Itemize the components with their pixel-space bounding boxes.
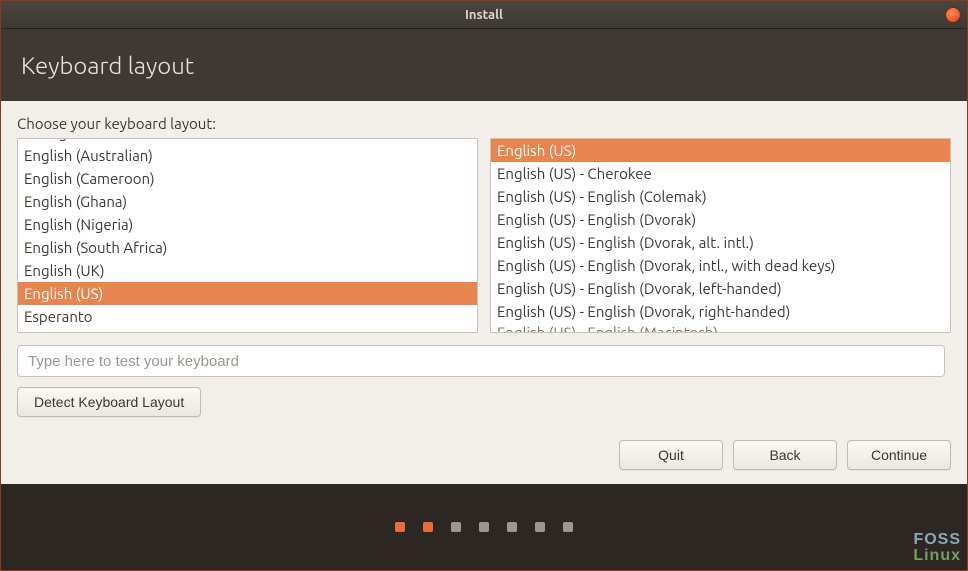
watermark-line1: FOSS bbox=[913, 532, 961, 548]
progress-dot bbox=[507, 522, 517, 532]
quit-button[interactable]: Quit bbox=[619, 440, 723, 470]
keyboard-test-input[interactable] bbox=[17, 345, 945, 377]
progress-dot bbox=[451, 522, 461, 532]
progress-dot bbox=[535, 522, 545, 532]
progress-dot bbox=[563, 522, 573, 532]
list-item[interactable]: English (US) - English (Dvorak, intl., w… bbox=[491, 254, 950, 277]
list-item[interactable]: English (Ghana) bbox=[18, 190, 477, 213]
list-item[interactable]: English (South Africa) bbox=[18, 236, 477, 259]
progress-dots bbox=[1, 484, 967, 570]
list-item[interactable]: English (US) bbox=[491, 139, 950, 162]
list-item[interactable]: English (Australian) bbox=[18, 144, 477, 167]
layout-lists: DzongkhaEnglish (Australian)English (Cam… bbox=[17, 138, 951, 333]
list-item[interactable]: English (US) - Cherokee bbox=[491, 162, 950, 185]
list-item[interactable]: English (US) - English (Dvorak, left-han… bbox=[491, 277, 950, 300]
variant-list[interactable]: English (US)English (US) - CherokeeEngli… bbox=[490, 138, 951, 333]
progress-dot bbox=[423, 522, 433, 532]
content-area: Choose your keyboard layout: DzongkhaEng… bbox=[1, 101, 967, 486]
close-icon[interactable] bbox=[945, 7, 961, 23]
watermark-line2: Linux bbox=[913, 548, 961, 564]
continue-button[interactable]: Continue bbox=[847, 440, 951, 470]
progress-dot bbox=[479, 522, 489, 532]
list-item[interactable]: English (US) bbox=[18, 282, 477, 305]
list-item[interactable]: English (US) - English (Macintosh) bbox=[491, 323, 950, 333]
list-item[interactable]: English (US) - English (Colemak) bbox=[491, 185, 950, 208]
list-item[interactable]: English (US) - English (Dvorak) bbox=[491, 208, 950, 231]
install-window: Install Keyboard layout Choose your keyb… bbox=[0, 0, 968, 571]
detect-layout-button[interactable]: Detect Keyboard Layout bbox=[17, 387, 201, 417]
window-title: Install bbox=[465, 8, 503, 22]
list-item[interactable]: English (US) - English (Dvorak, right-ha… bbox=[491, 300, 950, 323]
nav-row: Quit Back Continue bbox=[619, 440, 951, 470]
page-title: Keyboard layout bbox=[21, 52, 194, 79]
prompt-label: Choose your keyboard layout: bbox=[17, 115, 951, 132]
list-item[interactable]: English (UK) bbox=[18, 259, 477, 282]
header: Keyboard layout bbox=[1, 29, 967, 101]
list-item[interactable]: Esperanto bbox=[18, 305, 477, 328]
language-list[interactable]: DzongkhaEnglish (Australian)English (Cam… bbox=[17, 138, 478, 333]
detect-row: Detect Keyboard Layout bbox=[17, 387, 951, 417]
list-item[interactable]: English (Cameroon) bbox=[18, 167, 477, 190]
list-item[interactable]: English (US) - English (Dvorak, alt. int… bbox=[491, 231, 950, 254]
progress-dot bbox=[395, 522, 405, 532]
titlebar: Install bbox=[1, 1, 967, 29]
list-item[interactable]: English (Nigeria) bbox=[18, 213, 477, 236]
back-button[interactable]: Back bbox=[733, 440, 837, 470]
watermark: FOSS Linux bbox=[913, 532, 961, 564]
